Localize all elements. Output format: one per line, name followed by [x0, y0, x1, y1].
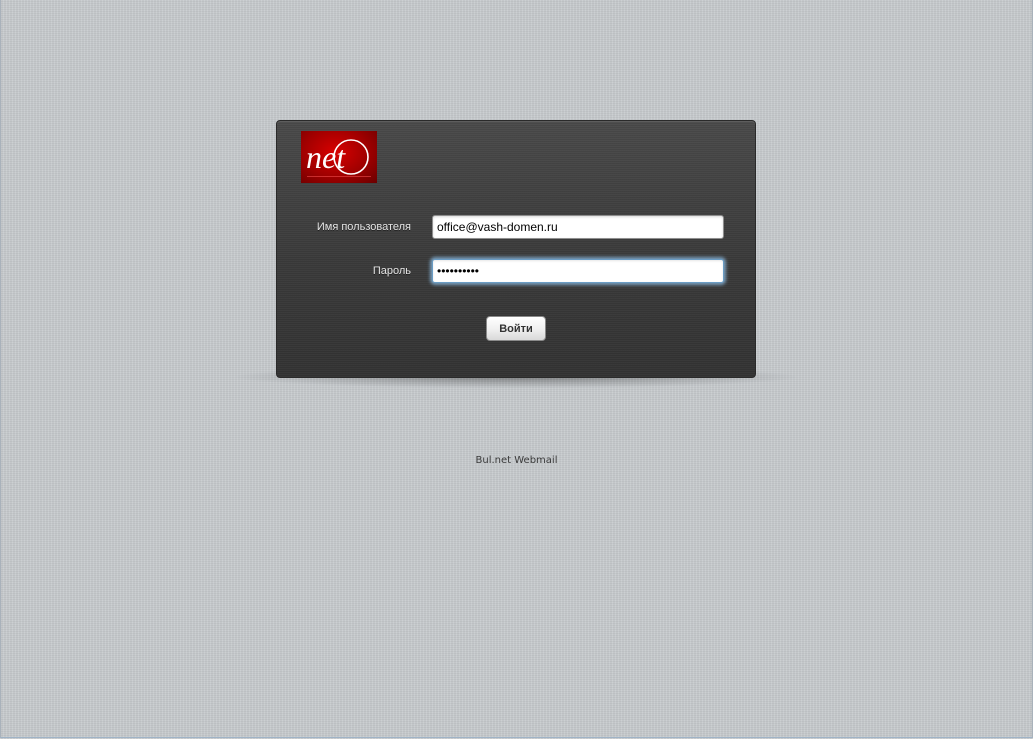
net-logo-icon: net	[301, 131, 377, 183]
logo-text: net	[306, 139, 346, 175]
footer-text: Bul.net Webmail	[475, 455, 558, 466]
login-panel: net Имя пользователя Пароль Войти	[276, 120, 756, 378]
username-label: Имя пользователя	[316, 221, 411, 233]
password-row: Пароль	[277, 259, 755, 285]
username-row: Имя пользователя	[277, 215, 755, 241]
password-label: Пароль	[372, 265, 411, 277]
login-button[interactable]: Войти	[486, 316, 546, 341]
username-input[interactable]	[432, 215, 724, 239]
password-input[interactable]	[432, 259, 724, 283]
